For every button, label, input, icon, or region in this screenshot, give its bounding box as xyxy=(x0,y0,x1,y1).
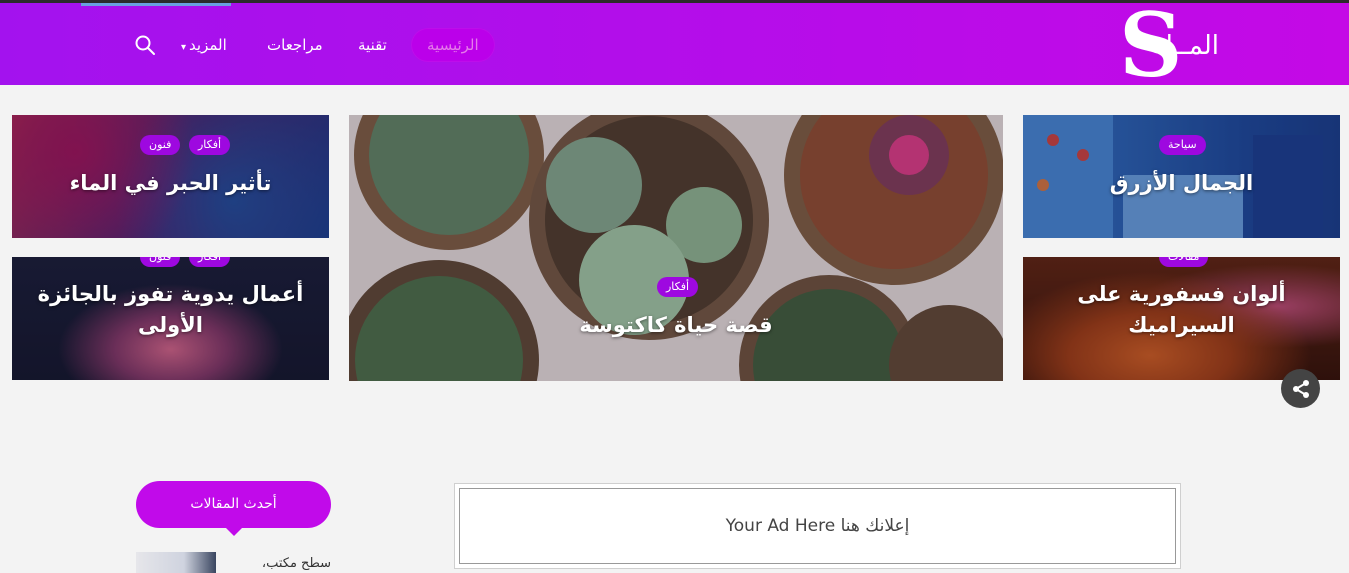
tag-ideas[interactable]: أفكار xyxy=(189,257,231,267)
nav-home[interactable]: الرئيسية xyxy=(411,28,495,62)
tag-ideas[interactable]: أفكار xyxy=(657,277,699,297)
article-tile-ceramics[interactable]: مقالات ألوان فسفورية على السيراميك xyxy=(1023,257,1340,380)
article-tile-cactus[interactable]: أفكار قصة حياة كاكتوسة xyxy=(349,115,1003,381)
logo-text: المــلة xyxy=(1151,31,1219,61)
article-title-line1[interactable]: أعمال يدوية تفوز بالجائزة xyxy=(12,279,329,310)
nav-reviews[interactable]: مراجعات xyxy=(267,28,323,62)
article-title-line1[interactable]: ألوان فسفورية على xyxy=(1023,279,1340,310)
article-title-line2[interactable]: الأولى xyxy=(12,310,329,341)
article-title[interactable]: الجمال الأزرق xyxy=(1023,168,1340,199)
article-title[interactable]: تأثير الحبر في الماء xyxy=(12,168,329,199)
tag-arts[interactable]: فنون xyxy=(140,135,181,155)
site-header: S المــلة الرئيسية تقنية مراجعات ▾ المزيد xyxy=(0,0,1349,89)
share-button[interactable] xyxy=(1281,369,1320,408)
search-icon[interactable] xyxy=(134,34,156,56)
article-tile-crafts[interactable]: أفكار فنون أعمال يدوية تفوز بالجائزة الأ… xyxy=(12,257,329,380)
tag-articles[interactable]: مقالات xyxy=(1159,257,1209,267)
nav-tech[interactable]: تقنية xyxy=(358,28,387,62)
article-title[interactable]: قصة حياة كاكتوسة xyxy=(349,310,1003,341)
nav-more[interactable]: ▾ المزيد xyxy=(181,28,227,62)
article-tile-blue[interactable]: سياحة الجمال الأزرق xyxy=(1023,115,1340,238)
latest-articles-heading: أحدث المقالات xyxy=(136,481,331,536)
ad-text: Your Ad Here إعلانك هنا xyxy=(459,488,1176,564)
chevron-down-icon: ▾ xyxy=(181,42,187,53)
article-title-line2[interactable]: السيراميك xyxy=(1023,310,1340,341)
nav-more-label: المزيد xyxy=(189,36,227,54)
site-logo[interactable]: S المــلة xyxy=(1109,1,1219,89)
tag-arts[interactable]: فنون xyxy=(140,257,181,267)
share-icon xyxy=(1292,379,1309,398)
cactus-image xyxy=(349,115,1003,381)
reading-progress xyxy=(81,3,231,6)
latest-article-title[interactable]: سطح مكتب، xyxy=(262,556,331,571)
tag-travel[interactable]: سياحة xyxy=(1159,135,1206,155)
ad-banner[interactable]: Your Ad Here إعلانك هنا xyxy=(454,483,1181,569)
tag-ideas[interactable]: أفكار xyxy=(189,135,231,155)
latest-article-thumbnail[interactable] xyxy=(136,552,216,573)
article-tile-ink[interactable]: أفكار فنون تأثير الحبر في الماء xyxy=(12,115,329,238)
